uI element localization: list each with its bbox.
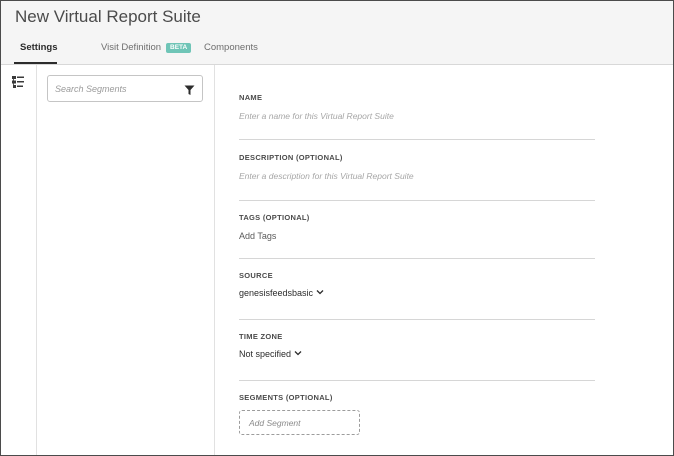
tags-label: TAGS (OPTIONAL) — [239, 213, 310, 222]
segment-search-box — [47, 75, 203, 102]
divider — [239, 380, 595, 381]
source-label: SOURCE — [239, 271, 273, 280]
chevron-down-icon — [316, 290, 324, 295]
filter-funnel-icon-graphic — [184, 85, 195, 95]
segment-list-icon-graphic — [12, 76, 24, 88]
tab-visit-definition-label: Visit Definition — [101, 42, 162, 53]
source-value: genesisfeedsbasic — [239, 288, 314, 298]
description-label: DESCRIPTION (OPTIONAL) — [239, 153, 343, 162]
add-tags-field[interactable]: Add Tags — [239, 231, 276, 241]
source-dropdown[interactable]: genesisfeedsbasic — [239, 288, 324, 298]
filter-funnel-icon[interactable] — [184, 83, 195, 95]
name-label: NAME — [239, 93, 263, 102]
divider — [239, 200, 595, 201]
tab-visit-definition[interactable]: Visit Definition BETA — [101, 42, 192, 53]
timezone-dropdown[interactable]: Not specified — [239, 349, 302, 359]
left-rail — [1, 65, 37, 455]
add-segment-dropzone[interactable]: Add Segment — [239, 410, 360, 435]
description-field[interactable]: Enter a description for this Virtual Rep… — [239, 171, 414, 181]
header-bar: New Virtual Report Suite Settings Visit … — [1, 1, 673, 65]
timezone-label: TIME ZONE — [239, 332, 283, 341]
divider — [239, 258, 595, 259]
page-title: New Virtual Report Suite — [15, 7, 201, 26]
timezone-value: Not specified — [239, 349, 292, 359]
beta-badge: BETA — [166, 43, 192, 53]
segments-label: SEGMENTS (OPTIONAL) — [239, 393, 333, 402]
divider — [239, 319, 595, 320]
tab-components[interactable]: Components — [204, 42, 258, 53]
tab-settings[interactable]: Settings — [20, 42, 57, 53]
add-segment-label: Add Segment — [249, 418, 301, 428]
divider — [239, 139, 595, 140]
app-window: New Virtual Report Suite Settings Visit … — [0, 0, 674, 456]
segment-list-icon[interactable] — [11, 75, 27, 91]
segment-search-input[interactable] — [48, 76, 178, 101]
chevron-down-icon — [294, 351, 302, 356]
name-field[interactable]: Enter a name for this Virtual Report Sui… — [239, 111, 394, 121]
active-tab-indicator — [14, 62, 57, 64]
segment-panel — [37, 65, 215, 455]
